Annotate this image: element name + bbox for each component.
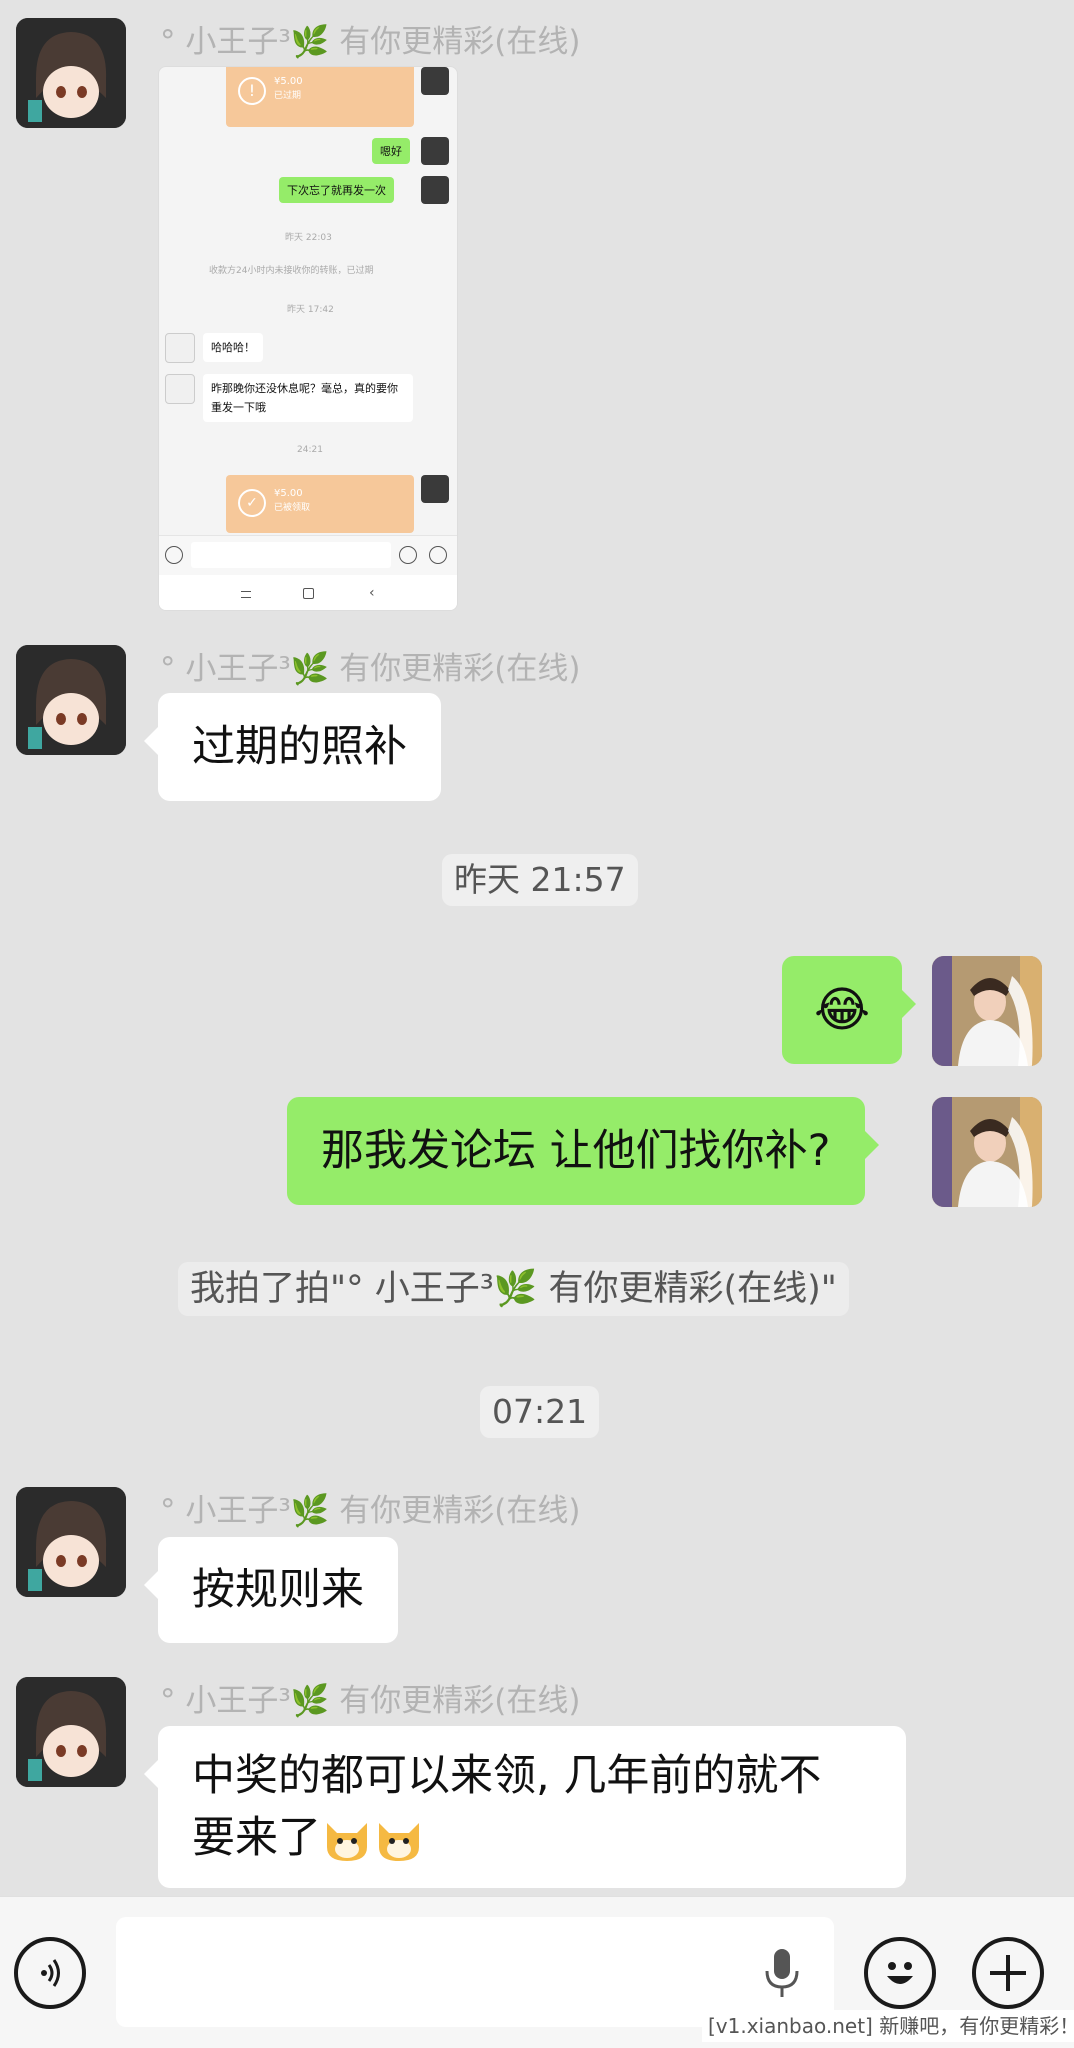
- message-bubble[interactable]: 😂: [782, 956, 916, 1064]
- sender-name: ° 小王子³🌿 有你更精彩(在线): [160, 1493, 581, 1529]
- mini-home-icon: [303, 588, 314, 599]
- mini-transfer-card: ✓ ¥5.00 已被领取: [226, 475, 414, 533]
- mini-avatar: [165, 374, 195, 404]
- emoji-icon[interactable]: [864, 1937, 936, 2009]
- mini-transfer-card: ! ¥5.00 已过期: [226, 67, 414, 127]
- mini-message: 昨那晚你还没休息呢？毫总，真的要你重发一下哦: [203, 374, 413, 422]
- mini-menu-icon: [241, 591, 251, 598]
- message-bubble[interactable]: 过期的照补: [144, 693, 441, 801]
- mini-system-note: 收款方24小时内未接收你的转账，已过期: [209, 266, 374, 276]
- mini-input-field: [191, 542, 391, 568]
- mini-add-icon: [429, 546, 447, 564]
- pat-system-notice: 我拍了拍"° 小王子³🌿 有你更精彩(在线)": [178, 1262, 849, 1316]
- mini-back-icon: ‹: [369, 585, 375, 601]
- contact-avatar[interactable]: [16, 18, 126, 128]
- mini-message: 嗯好: [372, 138, 410, 164]
- mini-nav-bar: ‹: [159, 575, 457, 610]
- my-avatar[interactable]: [932, 1097, 1042, 1207]
- mini-input-bar: [159, 535, 457, 575]
- message-text-line1: 中奖的都可以来领, 几年前的就不: [192, 1751, 822, 1801]
- contact-avatar[interactable]: [16, 1677, 126, 1787]
- mini-emoji-icon: [399, 546, 417, 564]
- message-text: 那我发论坛 让他们找你补?: [321, 1126, 831, 1176]
- chat-screenshot-image[interactable]: ! ¥5.00 已过期 嗯好 下次忘了就再发一次 昨天 22:03 收款方24小…: [158, 66, 458, 611]
- mini-time: 24:21: [297, 445, 323, 455]
- mini-time: 昨天 17:42: [287, 305, 334, 315]
- timestamp: 07:21: [480, 1386, 600, 1438]
- mini-avatar: [421, 475, 449, 503]
- mini-message: 下次忘了就再发一次: [279, 177, 394, 203]
- doge-emoji-icon: [379, 1823, 419, 1861]
- mini-avatar: [421, 137, 449, 165]
- mini-time: 昨天 22:03: [285, 233, 332, 243]
- message-bubble[interactable]: 那我发论坛 让他们找你补?: [287, 1097, 878, 1205]
- mini-avatar: [165, 333, 195, 363]
- contact-avatar[interactable]: [16, 645, 126, 755]
- mini-avatar: [421, 67, 449, 95]
- add-icon[interactable]: [972, 1937, 1044, 2009]
- message-bubble[interactable]: 按规则来: [144, 1537, 398, 1643]
- mic-icon[interactable]: [762, 1947, 802, 2003]
- doge-emoji-icon: [327, 1823, 367, 1861]
- watermark: [v1.xianbao.net] 新赚吧，有你更精彩！: [702, 2010, 1074, 2042]
- message-text-line2: 要来了: [192, 1813, 321, 1863]
- mini-message: 哈哈哈！: [203, 333, 263, 362]
- message-text: 按规则来: [192, 1565, 364, 1615]
- sender-name: ° 小王子³🌿 有你更精彩(在线): [160, 651, 581, 687]
- my-avatar[interactable]: [932, 956, 1042, 1066]
- mini-transfer-status: 已过期: [274, 91, 302, 101]
- mini-transfer-amount: ¥5.00: [274, 76, 303, 87]
- contact-avatar[interactable]: [16, 1487, 126, 1597]
- mini-avatar: [421, 176, 449, 204]
- timestamp: 昨天 21:57: [442, 854, 638, 906]
- sender-name: ° 小王子³🌿 有你更精彩(在线): [160, 1683, 581, 1719]
- mini-voice-icon: [165, 546, 183, 564]
- sender-name: ° 小王子³🌿 有你更精彩(在线): [160, 24, 581, 60]
- message-text: 过期的照补: [192, 722, 407, 772]
- mini-transfer-amount: ¥5.00: [274, 488, 303, 499]
- message-bubble[interactable]: 中奖的都可以来领, 几年前的就不 要来了: [144, 1726, 906, 1888]
- mini-transfer-status: 已被领取: [274, 503, 311, 513]
- voice-icon[interactable]: [14, 1937, 86, 2009]
- laughing-crying-emoji: 😂: [813, 982, 871, 1038]
